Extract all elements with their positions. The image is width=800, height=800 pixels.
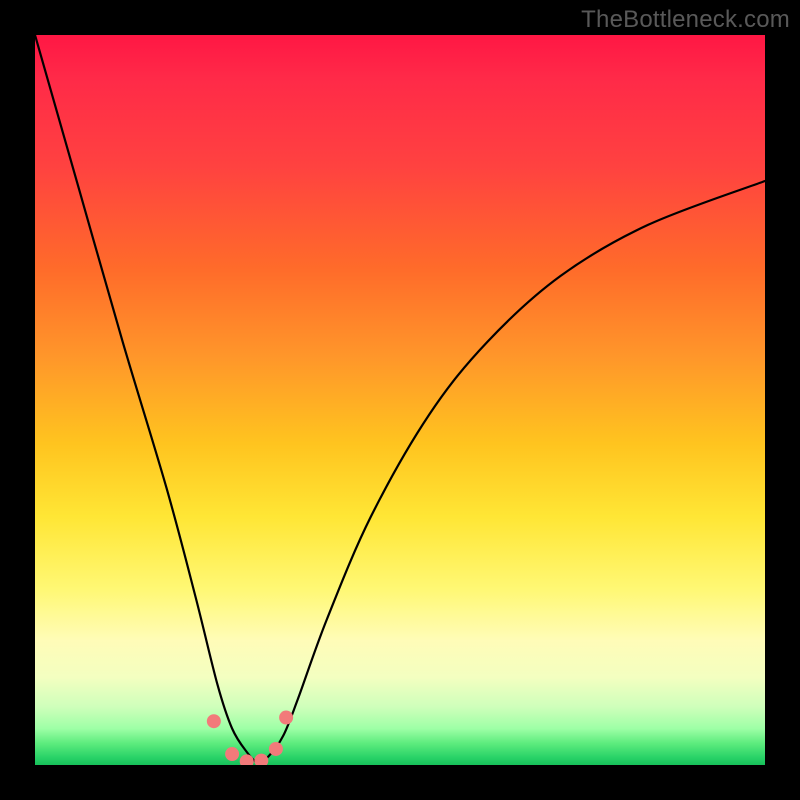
curve-marker-dot bbox=[207, 714, 221, 728]
curve-marker-dot bbox=[254, 754, 268, 765]
bottleneck-curve bbox=[35, 35, 765, 762]
curve-marker-dot bbox=[269, 742, 283, 756]
chart-svg bbox=[35, 35, 765, 765]
chart-frame: TheBottleneck.com bbox=[0, 0, 800, 800]
watermark-text: TheBottleneck.com bbox=[581, 6, 790, 34]
curve-marker-dot bbox=[225, 747, 239, 761]
curve-marker-dot bbox=[279, 711, 293, 725]
curve-marker-dot bbox=[240, 754, 254, 765]
curve-markers bbox=[207, 711, 293, 765]
plot-area bbox=[35, 35, 765, 765]
